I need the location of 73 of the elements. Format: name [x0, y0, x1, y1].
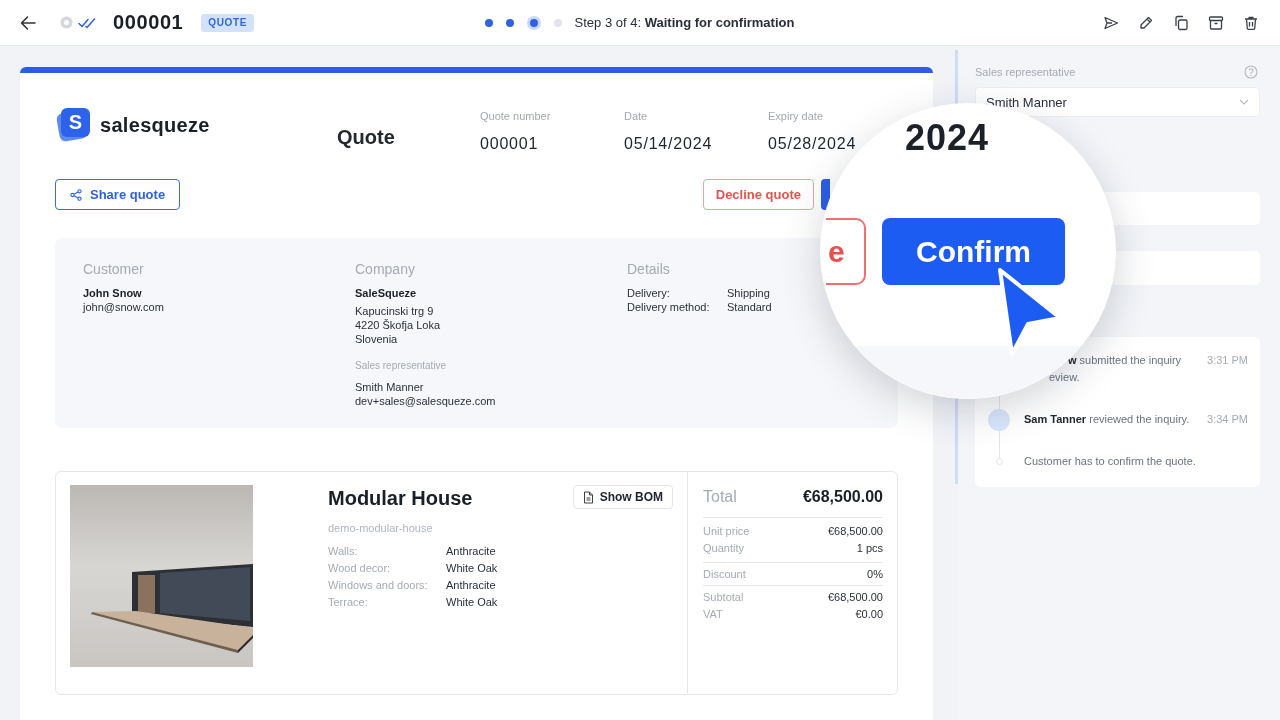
activity-text: Sam Tanner reviewed the inquiry.	[1024, 412, 1191, 427]
meta-value: 000001	[480, 134, 540, 154]
price-value: €68,500.00	[827, 524, 883, 539]
activity-time: 3:31 PM	[1207, 353, 1248, 368]
status-circle-icon	[60, 16, 73, 29]
decline-button[interactable]: Decline quote	[702, 179, 814, 210]
primary-button[interactable]	[821, 179, 830, 210]
product-slug: demo-modular-house	[328, 521, 434, 535]
product-name: Modular House	[328, 486, 473, 511]
field-label: Sales representative	[975, 65, 1076, 79]
activity-text: Customer has to confirm the quote.	[1024, 454, 1197, 469]
zoomed-date-text: 2024	[905, 120, 990, 156]
company-name: SaleSqueze	[355, 286, 418, 300]
detail-value: Shipping	[727, 286, 771, 300]
total-value: €68,500.00	[802, 487, 883, 507]
price-value: €68,500.00	[827, 590, 883, 605]
price-value: 1 pcs	[856, 541, 883, 556]
price-value: 0%	[867, 567, 883, 582]
attribute-value: Anthracite	[446, 578, 497, 593]
section-heading: Customer	[83, 260, 145, 278]
logo-mark: S	[55, 107, 91, 143]
customer-name: John Snow	[83, 286, 143, 300]
attribute-label: Wood decor:	[328, 561, 392, 576]
document-icon	[582, 490, 594, 504]
copy-icon[interactable]	[1173, 14, 1189, 31]
address-line: Slovenia	[355, 332, 399, 346]
double-check-icon	[78, 16, 96, 29]
attribute-value: Anthracite	[446, 544, 497, 559]
attribute-value: White Oak	[446, 561, 498, 576]
section-heading: Company	[355, 260, 416, 278]
price-value: €0.00	[855, 607, 883, 622]
step-status-text: Step 3 of 4: Waiting for confirmation	[574, 15, 795, 30]
price-label: Subtotal	[703, 590, 744, 605]
detail-label: Delivery:	[627, 286, 671, 300]
show-bom-button[interactable]: Show BOM	[572, 485, 673, 509]
send-icon[interactable]	[1103, 14, 1119, 31]
price-label: Quantity	[703, 541, 744, 556]
section-heading: Details	[627, 260, 671, 278]
brand-name: salesqueze	[100, 113, 210, 137]
document-title: Quote	[337, 125, 396, 149]
status-badge: QUOTE	[201, 13, 254, 32]
share-icon	[70, 188, 82, 201]
detail-value: Standard	[727, 300, 772, 314]
detail-label: Delivery method:	[627, 300, 711, 314]
attribute-label: Windows and doors:	[328, 578, 429, 593]
field-label: Sales representative	[355, 359, 448, 373]
share-button[interactable]: Share quote	[55, 179, 181, 210]
archive-icon[interactable]	[1208, 14, 1224, 31]
zoomed-decline-button[interactable]: e	[826, 218, 866, 285]
price-label: Discount	[703, 567, 746, 582]
attribute-label: Terrace:	[328, 595, 369, 610]
representative-name: Smith Manner	[355, 380, 425, 394]
customer-email: john@snow.com	[83, 300, 165, 314]
address-line: 4220 Škofja Loka	[355, 318, 441, 332]
activity-time: 3:34 PM	[1207, 412, 1248, 427]
total-label: Total	[703, 487, 737, 507]
price-label: VAT	[703, 607, 723, 622]
meta-value: 05/14/2024	[624, 134, 714, 154]
price-label: Unit price	[703, 524, 750, 539]
attribute-value: White Oak	[446, 595, 498, 610]
representative-email: dev+sales@salesqueze.com	[355, 394, 497, 408]
address-line: Kapucinski trg 9	[355, 304, 435, 318]
document-number: 000001	[113, 11, 184, 34]
meta-label: Date	[624, 109, 649, 123]
attribute-label: Walls:	[328, 544, 359, 559]
meta-value: 05/28/2024	[768, 134, 858, 154]
trash-icon[interactable]	[1243, 14, 1259, 31]
pencil-icon[interactable]	[1138, 14, 1154, 31]
chevron-down-icon	[1239, 99, 1249, 105]
meta-label: Quote number	[480, 109, 552, 123]
meta-label: Expiry date	[768, 109, 825, 123]
back-arrow-icon[interactable]	[20, 14, 36, 31]
activity-text: w submitted the inquiry eview.	[1048, 353, 1183, 385]
